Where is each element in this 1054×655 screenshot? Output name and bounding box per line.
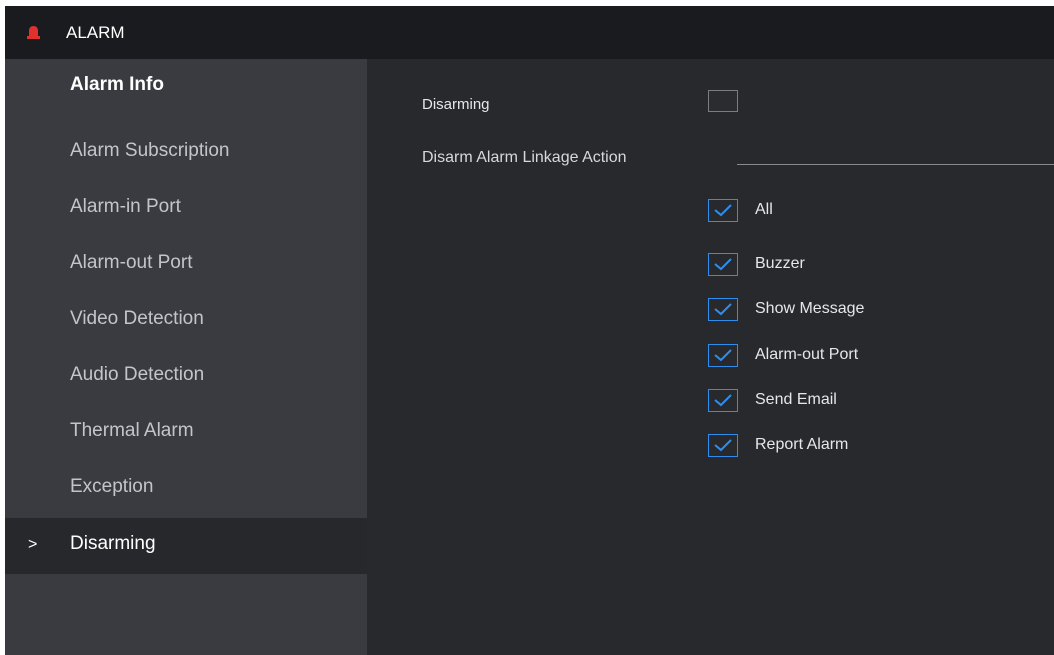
option-label: Alarm-out Port: [755, 346, 859, 363]
sidebar-item-alarm-subscription[interactable]: Alarm Subscription: [5, 125, 367, 181]
alarm-window: ALARM Alarm Info Alarm Subscription Alar…: [5, 6, 1054, 655]
send-email-checkbox[interactable]: [708, 389, 738, 412]
sidebar-item-label: Disarming: [70, 533, 156, 554]
header-bar: ALARM: [5, 6, 1054, 59]
sidebar-item-label: Alarm-in Port: [70, 196, 181, 217]
alarm-siren-icon: [26, 25, 41, 39]
all-checkbox[interactable]: [708, 199, 738, 222]
linkage-section-title: Disarm Alarm Linkage Action: [422, 149, 627, 166]
alarm-out-port-checkbox[interactable]: [708, 344, 738, 367]
check-icon: [714, 394, 732, 407]
buzzer-checkbox[interactable]: [708, 253, 738, 276]
sidebar-item-exception[interactable]: Exception: [5, 461, 367, 517]
report-alarm-checkbox[interactable]: [708, 434, 738, 457]
header-title: ALARM: [66, 23, 125, 42]
option-label: Report Alarm: [755, 436, 849, 453]
disarming-checkbox[interactable]: [708, 90, 738, 112]
sidebar-item-label: Alarm Info: [70, 74, 164, 95]
check-icon: [714, 349, 732, 362]
option-label: Send Email: [755, 391, 837, 408]
section-divider: [737, 164, 1054, 165]
sidebar-item-alarm-out-port[interactable]: Alarm-out Port: [5, 237, 367, 293]
sidebar-item-thermal-alarm[interactable]: Thermal Alarm: [5, 405, 367, 461]
sidebar-item-label: Alarm-out Port: [70, 252, 193, 273]
show-message-checkbox[interactable]: [708, 298, 738, 321]
option-label: Show Message: [755, 300, 865, 317]
sidebar-item-label: Thermal Alarm: [70, 420, 194, 441]
chevron-right-icon: >: [28, 536, 38, 553]
sidebar-item-disarming[interactable]: > Disarming: [5, 518, 367, 574]
check-icon: [714, 439, 732, 452]
sidebar-item-label: Audio Detection: [70, 364, 205, 385]
option-label: Buzzer: [755, 255, 805, 272]
sidebar-item-label: Exception: [70, 476, 154, 497]
sidebar-item-label: Alarm Subscription: [70, 140, 230, 161]
check-icon: [714, 258, 732, 271]
main-content: Disarming Disarm Alarm Linkage Action Al…: [367, 59, 1054, 655]
check-icon: [714, 303, 732, 316]
option-label: All: [755, 201, 773, 218]
sidebar-item-video-detection[interactable]: Video Detection: [5, 293, 367, 349]
sidebar-item-audio-detection[interactable]: Audio Detection: [5, 349, 367, 405]
disarming-label: Disarming: [422, 96, 490, 113]
sidebar-item-alarm-in-port[interactable]: Alarm-in Port: [5, 181, 367, 237]
sidebar-item-label: Video Detection: [70, 308, 204, 329]
sidebar: Alarm Info Alarm Subscription Alarm-in P…: [5, 59, 367, 655]
check-icon: [714, 204, 732, 217]
sidebar-item-alarm-info[interactable]: Alarm Info: [5, 59, 367, 115]
